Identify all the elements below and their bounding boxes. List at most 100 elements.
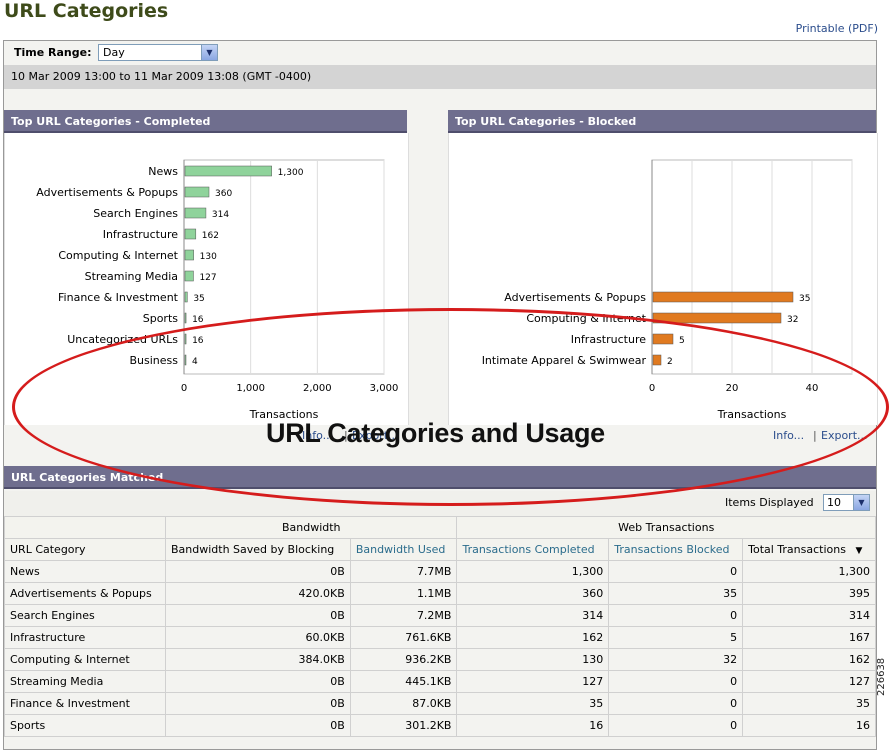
category-label: Advertisements & Popups: [36, 186, 178, 199]
cell-value: 162: [456, 626, 610, 649]
chevron-down-icon[interactable]: ▼: [201, 45, 217, 60]
bar: [184, 207, 207, 219]
value-label: 162: [202, 231, 219, 241]
cell-value: 35: [608, 582, 744, 605]
cell-category: Sports: [4, 714, 166, 737]
col-url-category[interactable]: URL Category: [4, 538, 166, 561]
bar: [184, 270, 194, 282]
cell-value: 1,300: [456, 560, 610, 583]
bar: [184, 333, 187, 345]
table-row: Streaming Media 0B 445.1KB 127 0 127: [4, 670, 876, 693]
blocked-chart-header: Top URL Categories - Blocked: [448, 110, 876, 133]
chevron-down-icon[interactable]: ▼: [853, 495, 869, 510]
table-row: Finance & Investment 0B 87.0KB 35 0 35: [4, 692, 876, 715]
table-group-blank: [4, 516, 166, 539]
cell-value: 32: [608, 648, 744, 671]
bar: [184, 354, 187, 366]
bar: [184, 228, 197, 240]
category-label: Infrastructure: [103, 228, 179, 241]
bar: [652, 312, 782, 324]
cell-value: 761.6KB: [349, 626, 458, 649]
items-displayed-dropdown[interactable]: 10 ▼: [823, 494, 870, 511]
cell-value: 127: [456, 670, 610, 693]
cell-value: 87.0KB: [349, 692, 458, 715]
cell-value: 35: [456, 692, 610, 715]
col-bandwidth-saved[interactable]: Bandwidth Saved by Blocking: [165, 538, 351, 561]
cell-value: 384.0KB: [165, 648, 351, 671]
col-total-transactions-label: Total Transactions: [748, 543, 846, 556]
category-label: Uncategorized URLs: [67, 333, 178, 346]
value-label: 16: [192, 336, 204, 346]
cell-value: 314: [456, 604, 610, 627]
col-transactions-completed[interactable]: Transactions Completed: [456, 538, 610, 561]
value-label: 16: [192, 315, 204, 325]
bar: [652, 333, 674, 345]
category-label: Infrastructure: [571, 333, 647, 346]
cell-value: 16: [456, 714, 610, 737]
value-label: 4: [192, 357, 198, 367]
category-label: Computing & Internet: [526, 312, 646, 325]
time-range-value: Day: [103, 46, 125, 59]
x-tick-label: 0: [181, 383, 187, 394]
cell-value: 0B: [165, 560, 351, 583]
bar: [184, 186, 210, 198]
x-axis-label: Transactions: [717, 408, 787, 421]
printable-pdf-link[interactable]: Printable (PDF): [796, 22, 878, 35]
cell-value: 0B: [165, 692, 351, 715]
link-separator: |: [813, 429, 817, 442]
bar: [184, 249, 194, 261]
category-label: Intimate Apparel & Swimwear: [482, 354, 647, 367]
value-label: 127: [199, 273, 216, 283]
cell-value: 0B: [165, 670, 351, 693]
bar: [184, 312, 187, 324]
category-label: Sports: [143, 312, 179, 325]
table-row: Search Engines 0B 7.2MB 314 0 314: [4, 604, 876, 627]
category-label: Search Engines: [93, 207, 178, 220]
cell-value: 1.1MB: [349, 582, 458, 605]
table-group-bandwidth: Bandwidth: [164, 516, 458, 539]
annotation-caption: URL Categories and Usage: [266, 418, 605, 448]
x-tick-label: 1,000: [236, 383, 265, 394]
cell-value: 1,300: [742, 560, 876, 583]
x-tick-label: 3,000: [370, 383, 399, 394]
blocked-chart: 0 20 40 Transactions Advertisements & Popups…: [482, 159, 853, 421]
cell-value: 0: [608, 560, 744, 583]
table-row: Advertisements & Popups 420.0KB 1.1MB 360 35…: [4, 582, 876, 605]
category-label: Advertisements & Popups: [504, 291, 646, 304]
completed-chart: 0 1,000 2,000 3,000TransactionsNews 1,300Adv…: [36, 159, 399, 421]
col-total-transactions[interactable]: Total Transactions ▼: [742, 538, 876, 561]
category-label: Finance & Investment: [58, 291, 179, 304]
col-transactions-blocked[interactable]: Transactions Blocked: [608, 538, 744, 561]
cell-value: 0: [608, 692, 744, 715]
table-row: News 0B 7.7MB 1,300 0 1,300: [4, 560, 876, 583]
category-label: Streaming Media: [85, 270, 178, 283]
value-label: 360: [215, 189, 232, 199]
cell-value: 7.2MB: [349, 604, 458, 627]
blocked-export-link[interactable]: Export...: [821, 429, 868, 442]
time-range-dropdown[interactable]: Day ▼: [98, 44, 218, 61]
x-tick-label: 2,000: [303, 383, 332, 394]
items-displayed-value: 10: [827, 496, 841, 509]
items-displayed-label: Items Displayed: [725, 496, 814, 509]
blocked-info-link[interactable]: Info...: [773, 429, 804, 442]
bar: [184, 165, 272, 177]
category-label: Business: [129, 354, 178, 367]
cell-category: News: [4, 560, 166, 583]
cell-value: 7.7MB: [349, 560, 458, 583]
col-bandwidth-used[interactable]: Bandwidth Used: [349, 538, 458, 561]
cell-category: Infrastructure: [4, 626, 166, 649]
value-label: 5: [679, 336, 685, 346]
category-label: Computing & Internet: [58, 249, 178, 262]
completed-chart-header: Top URL Categories - Completed: [4, 110, 407, 133]
completed-chart-panel: 0 1,000 2,000 3,000 Transactions News 1,300 Adv…: [4, 133, 409, 425]
value-label: 2: [667, 357, 673, 367]
cell-value: 16: [742, 714, 876, 737]
cell-category: Search Engines: [4, 604, 166, 627]
value-label: 314: [212, 210, 229, 220]
sort-desc-icon[interactable]: ▼: [855, 546, 862, 556]
cell-value: 0B: [165, 604, 351, 627]
value-label: 35: [193, 294, 204, 304]
cell-value: 162: [742, 648, 876, 671]
cell-value: 445.1KB: [349, 670, 458, 693]
bar: [652, 291, 794, 303]
